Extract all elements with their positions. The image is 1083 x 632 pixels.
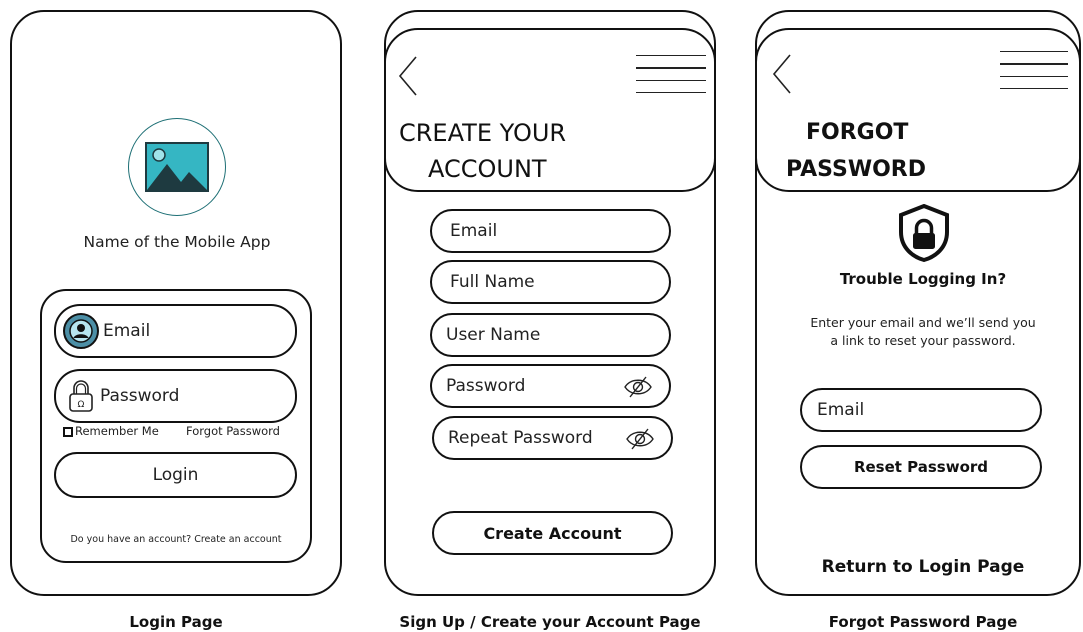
reset-password-label: Reset Password — [853, 458, 989, 476]
back-arrow-icon[interactable] — [770, 53, 796, 95]
login-button-label: Login — [152, 465, 199, 485]
remember-me-label: Remember Me — [75, 424, 159, 438]
signup-password-input[interactable]: Password — [430, 364, 671, 408]
reset-password-button[interactable]: Reset Password — [800, 445, 1042, 489]
lock-icon: Ω — [69, 380, 93, 412]
signup-title-line1: CREATE YOUR — [399, 119, 567, 147]
create-account-prompt[interactable]: Do you have an account? Create an accoun… — [42, 534, 310, 545]
user-icon — [63, 313, 99, 349]
forgot-title-line2: PASSWORD — [786, 157, 927, 182]
forgot-description-line2: a link to reset your password. — [830, 333, 1016, 348]
email-input[interactable]: Email — [54, 304, 297, 358]
forgot-heading: Trouble Logging In? — [839, 270, 1007, 288]
forgot-password-link[interactable]: Forgot Password — [186, 424, 280, 438]
forgot-page-caption: Forgot Password Page — [828, 613, 1018, 631]
forgot-title-line1: FORGOT — [806, 120, 909, 145]
eye-off-icon[interactable] — [625, 427, 655, 451]
user-name-input[interactable]: User Name — [430, 313, 671, 357]
remember-me-checkbox[interactable] — [63, 427, 73, 437]
forgot-description-line1: Enter your email and we’ll send you — [810, 315, 1036, 330]
signup-password-placeholder: Password — [446, 376, 526, 396]
create-account-button[interactable]: Create Account — [432, 511, 673, 555]
create-account-label: Create Account — [483, 523, 622, 543]
menu-icon[interactable] — [636, 55, 706, 93]
password-input[interactable]: Ω Password — [54, 369, 297, 423]
login-page-caption: Login Page — [129, 613, 223, 631]
signup-title-line2: ACCOUNT — [428, 155, 547, 183]
menu-icon[interactable] — [1000, 51, 1068, 89]
app-logo — [128, 118, 226, 216]
password-placeholder: Password — [100, 386, 180, 406]
eye-off-icon[interactable] — [623, 375, 653, 399]
email-placeholder: Email — [103, 321, 151, 341]
image-icon — [145, 142, 209, 192]
repeat-password-placeholder: Repeat Password — [448, 428, 593, 448]
return-to-login-link[interactable]: Return to Login Page — [755, 557, 1083, 577]
signup-page-caption: Sign Up / Create your Account Page — [399, 613, 701, 631]
repeat-password-input[interactable]: Repeat Password — [432, 416, 673, 460]
signup-email-placeholder: Email — [450, 221, 498, 241]
back-arrow-icon[interactable] — [396, 55, 422, 97]
forgot-email-input[interactable]: Email — [800, 388, 1042, 432]
login-button[interactable]: Login — [54, 452, 297, 498]
app-name: Name of the Mobile App — [83, 233, 271, 251]
forgot-email-placeholder: Email — [817, 400, 865, 420]
shield-lock-icon — [899, 204, 949, 262]
svg-text:Ω: Ω — [78, 400, 85, 410]
full-name-placeholder: Full Name — [450, 272, 535, 292]
full-name-input[interactable]: Full Name — [430, 260, 671, 304]
signup-email-input[interactable]: Email — [430, 209, 671, 253]
user-name-placeholder: User Name — [446, 325, 541, 345]
